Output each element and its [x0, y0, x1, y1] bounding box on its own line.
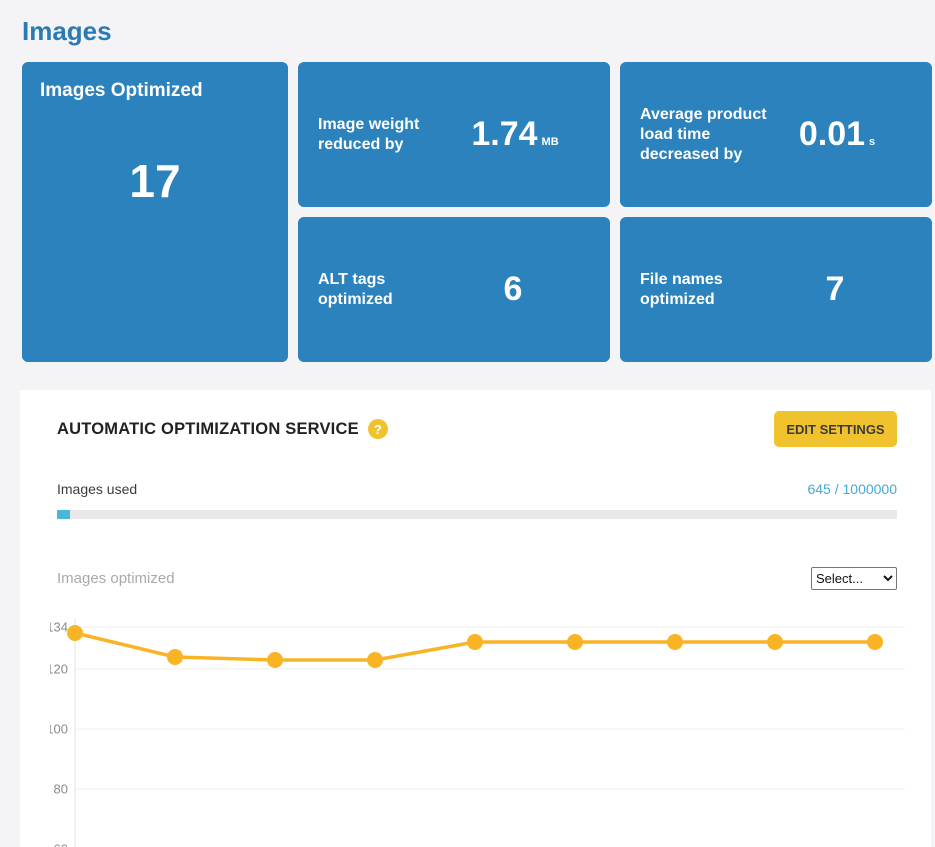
stat-value: 6: [504, 270, 523, 308]
images-used-label: Images used: [57, 481, 137, 497]
stat-card-alt-tags: ALT tags optimized 6: [298, 217, 610, 362]
stat-main-value: 17: [40, 154, 270, 208]
stat-value: 1.74: [471, 115, 537, 153]
automatic-optimization-panel: AUTOMATIC OPTIMIZATION SERVICE ? EDIT SE…: [20, 390, 931, 847]
stat-label: File names optimized: [640, 270, 768, 310]
stat-value: 0.01: [799, 115, 865, 153]
stat-unit: s: [869, 136, 875, 148]
images-dashboard: Images Images Optimized 17 Image weight …: [0, 0, 935, 847]
stat-value: 7: [826, 270, 845, 308]
panel-header: AUTOMATIC OPTIMIZATION SERVICE ? EDIT SE…: [57, 411, 897, 447]
svg-text:100: 100: [50, 722, 68, 737]
images-optimized-chart: 134 120 100 80 60: [50, 608, 931, 847]
svg-text:120: 120: [50, 662, 68, 677]
stat-label: ALT tags optimized: [318, 270, 446, 310]
svg-text:80: 80: [54, 782, 68, 797]
stat-unit: MB: [542, 136, 559, 148]
stat-card-load-time: Average product load time decreased by 0…: [620, 62, 932, 207]
stat-label: Image weight reduced by: [318, 115, 446, 155]
images-optimized-row: Images optimized Select...: [57, 566, 897, 590]
svg-text:134: 134: [50, 620, 68, 635]
images-used-row: Images used 645 / 1000000: [57, 481, 897, 497]
edit-settings-button[interactable]: EDIT SETTINGS: [774, 411, 897, 447]
chart-canvas: 134 120 100 80 60: [50, 608, 931, 847]
stat-card-image-weight: Image weight reduced by 1.74 MB: [298, 62, 610, 207]
help-icon[interactable]: ?: [368, 419, 388, 439]
page-title: Images: [22, 16, 112, 47]
stat-label: Average product load time decreased by: [640, 105, 768, 165]
images-used-count: 645 / 1000000: [807, 481, 897, 497]
svg-text:60: 60: [54, 842, 68, 847]
stats-grid: Images Optimized 17 Image weight reduced…: [22, 62, 932, 362]
usage-progress-fill: [57, 510, 70, 519]
stat-card-file-names: File names optimized 7: [620, 217, 932, 362]
stat-main-label: Images Optimized: [40, 80, 270, 102]
images-optimized-label: Images optimized: [57, 570, 175, 587]
stat-card-images-optimized: Images Optimized 17: [22, 62, 288, 362]
usage-progress-bar: [57, 510, 897, 519]
period-select[interactable]: Select...: [811, 567, 897, 590]
panel-title: AUTOMATIC OPTIMIZATION SERVICE: [57, 420, 359, 439]
